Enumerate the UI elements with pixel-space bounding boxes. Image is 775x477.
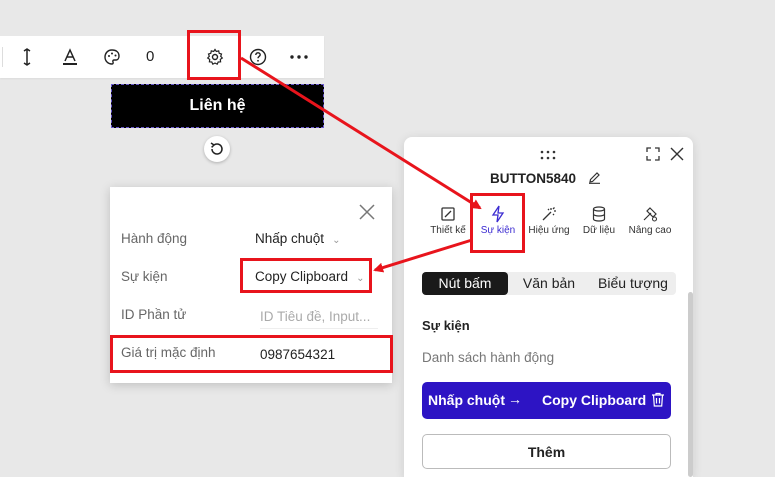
tab-advanced-label: Nâng cao xyxy=(628,225,672,236)
section-title: Sự kiện xyxy=(422,318,470,333)
add-action-button[interactable]: Thêm xyxy=(422,434,671,469)
element-title: BUTTON5840 xyxy=(490,171,601,187)
action-select[interactable]: Nhấp chuột ⌄ xyxy=(255,231,340,246)
canvas-contact-button[interactable]: Liên hệ xyxy=(111,84,324,128)
tab-design-label: Thiết kế xyxy=(430,225,466,236)
tab-advanced[interactable]: Nâng cao xyxy=(622,203,678,236)
highlight-event-field-box xyxy=(240,258,372,293)
tab-data[interactable]: Dữ liệu xyxy=(571,203,627,236)
chevron-down-icon: ⌄ xyxy=(332,235,341,246)
tab-effects-label: Hiệu ứng xyxy=(528,225,570,236)
drag-handle-icon[interactable] xyxy=(539,147,557,165)
segment-button[interactable]: Nút bấm xyxy=(422,272,508,295)
design-icon xyxy=(420,203,476,225)
element-type-segmented: Nút bấm Văn bản Biểu tượng xyxy=(422,272,676,295)
toolbar-count: 0 xyxy=(146,48,155,65)
element-id-input[interactable]: ID Tiêu đề, Input... xyxy=(260,309,378,329)
expand-icon[interactable] xyxy=(646,147,660,166)
edit-pencil-icon[interactable] xyxy=(588,171,601,187)
highlight-settings-box xyxy=(187,30,241,80)
toolbar-divider xyxy=(2,47,3,67)
properties-panel: BUTTON5840 Thiết kế Sự kiện Hiệu ứng Dữ … xyxy=(404,137,693,477)
close-icon[interactable] xyxy=(358,203,376,221)
magic-wand-icon xyxy=(521,203,577,225)
highlight-default-value-box xyxy=(110,335,393,373)
palette-icon[interactable] xyxy=(101,46,123,68)
element-toolbar: 0 xyxy=(0,36,324,78)
tab-effects[interactable]: Hiệu ứng xyxy=(521,203,577,236)
event-label: Sự kiện xyxy=(121,269,168,284)
action-item[interactable]: Nhấp chuột → Copy Clipboard xyxy=(422,382,671,419)
tab-data-label: Dữ liệu xyxy=(582,225,616,236)
rotate-handle-icon[interactable] xyxy=(204,136,230,162)
text-height-icon[interactable] xyxy=(16,46,38,68)
text-color-icon[interactable] xyxy=(59,46,81,68)
panel-scrollbar[interactable] xyxy=(688,292,693,477)
arrow-right-icon: → xyxy=(508,391,522,407)
highlight-events-tab-box xyxy=(470,193,525,253)
database-icon xyxy=(571,203,627,225)
more-icon[interactable] xyxy=(288,46,310,68)
action-result: Copy Clipboard xyxy=(542,392,647,408)
action-label: Hành động xyxy=(121,231,188,246)
segment-text[interactable]: Văn bản xyxy=(508,272,590,295)
tab-design[interactable]: Thiết kế xyxy=(420,203,476,236)
help-icon[interactable] xyxy=(247,46,269,68)
trash-icon[interactable] xyxy=(651,392,665,410)
advanced-icon xyxy=(622,203,678,225)
section-subtitle: Danh sách hành động xyxy=(422,350,555,365)
element-id-label: ID Phần tử xyxy=(121,307,187,322)
action-trigger: Nhấp chuột xyxy=(428,392,505,408)
panel-tabs: Thiết kế Sự kiện Hiệu ứng Dữ liệu Nâng c… xyxy=(404,203,693,247)
action-select-value: Nhấp chuột xyxy=(255,231,325,246)
close-icon[interactable] xyxy=(670,147,684,166)
segment-icon[interactable]: Biểu tượng xyxy=(590,272,676,295)
element-name: BUTTON5840 xyxy=(490,171,577,186)
